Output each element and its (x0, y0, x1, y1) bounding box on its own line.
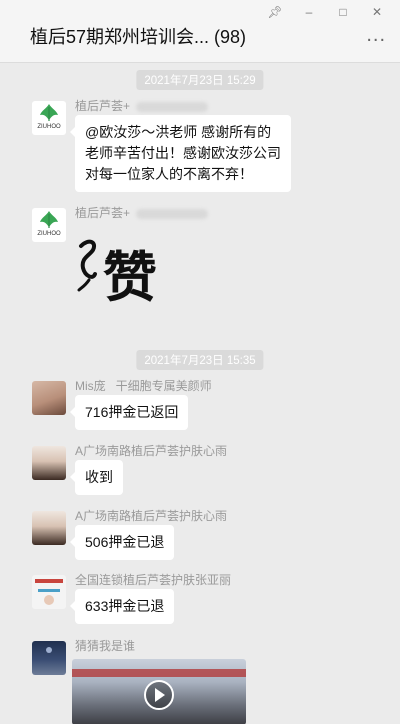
minimize-icon[interactable]: – (292, 4, 326, 20)
thumbs-sticker-icon: 赞 (77, 239, 157, 309)
avatar[interactable] (32, 575, 66, 609)
chat-window: 📌︎ – □ ✕ 植后57期郑州培训会... (98) ... 2021年7月2… (0, 0, 400, 724)
sender-name: A广场南路植后芦荟护肤心雨 (75, 509, 228, 523)
avatar[interactable] (32, 446, 66, 480)
avatar[interactable] (32, 641, 66, 675)
title-bar: 📌︎ – □ ✕ 植后57期郑州培训会... (98) ... (0, 0, 400, 63)
message-bubble[interactable]: 716押金已返回 (69, 395, 189, 430)
message-bubble[interactable]: 633押金已退 (69, 589, 175, 624)
poster-stripe (35, 579, 63, 583)
close-icon[interactable]: ✕ (360, 4, 394, 20)
avatar[interactable] (32, 381, 66, 415)
sender-name: Mis庞 干细胞专属美颜师 (75, 379, 212, 393)
play-icon[interactable] (144, 679, 174, 710)
avatar[interactable]: ZIUHOO (32, 208, 66, 242)
ziuhoo-logo-icon: ZIUHOO (37, 104, 61, 130)
avatar[interactable] (32, 511, 66, 545)
timestamp: 2021年7月23日 15:29 (136, 70, 264, 90)
pin-icon[interactable]: 📌︎ (258, 4, 292, 20)
timestamp: 2021年7月23日 15:35 (136, 350, 264, 370)
poster-stripe (38, 589, 60, 592)
banner (72, 669, 246, 677)
sender-name: 全国连锁植后芦荟护肤张亚丽 (75, 573, 232, 587)
message-bubble[interactable]: 收到 (70, 460, 123, 495)
poster-face (44, 595, 54, 605)
sender-name: 猜猜我是谁 (75, 639, 136, 653)
message-bubble[interactable]: 506押金已退 (69, 525, 175, 560)
sender-name: A广场南路植后芦荟护肤心雨 (75, 444, 228, 458)
more-icon[interactable]: ... (366, 25, 386, 45)
window-controls: 📌︎ – □ ✕ (258, 4, 394, 20)
video-thumbnail[interactable] (72, 659, 246, 724)
ziuhoo-logo-icon: ZIUHOO (37, 211, 61, 237)
message-bubble[interactable]: @欧汝莎～洪老师 感谢所有的 老师辛苦付出！感谢欧汝莎公司 对每一位家人的不离不… (70, 115, 291, 192)
svg-text:ZIUHOO: ZIUHOO (37, 124, 61, 130)
message-list[interactable]: 2021年7月23日 15:29 ZIUHOO 植后芦荟+ @欧汝莎～洪老师 感… (0, 63, 400, 724)
sender-name: 植后芦荟+ (75, 204, 209, 221)
sticker[interactable]: 赞 (75, 228, 175, 309)
chat-title: 植后57期郑州培训会... (98) (30, 27, 247, 47)
star-icon (46, 647, 52, 653)
sender-name: 植后芦荟+ (75, 97, 209, 114)
svg-text:ZIUHOO: ZIUHOO (37, 231, 61, 237)
svg-text:赞: 赞 (103, 246, 157, 308)
maximize-icon[interactable]: □ (326, 4, 360, 20)
avatar[interactable]: ZIUHOO (32, 101, 66, 135)
